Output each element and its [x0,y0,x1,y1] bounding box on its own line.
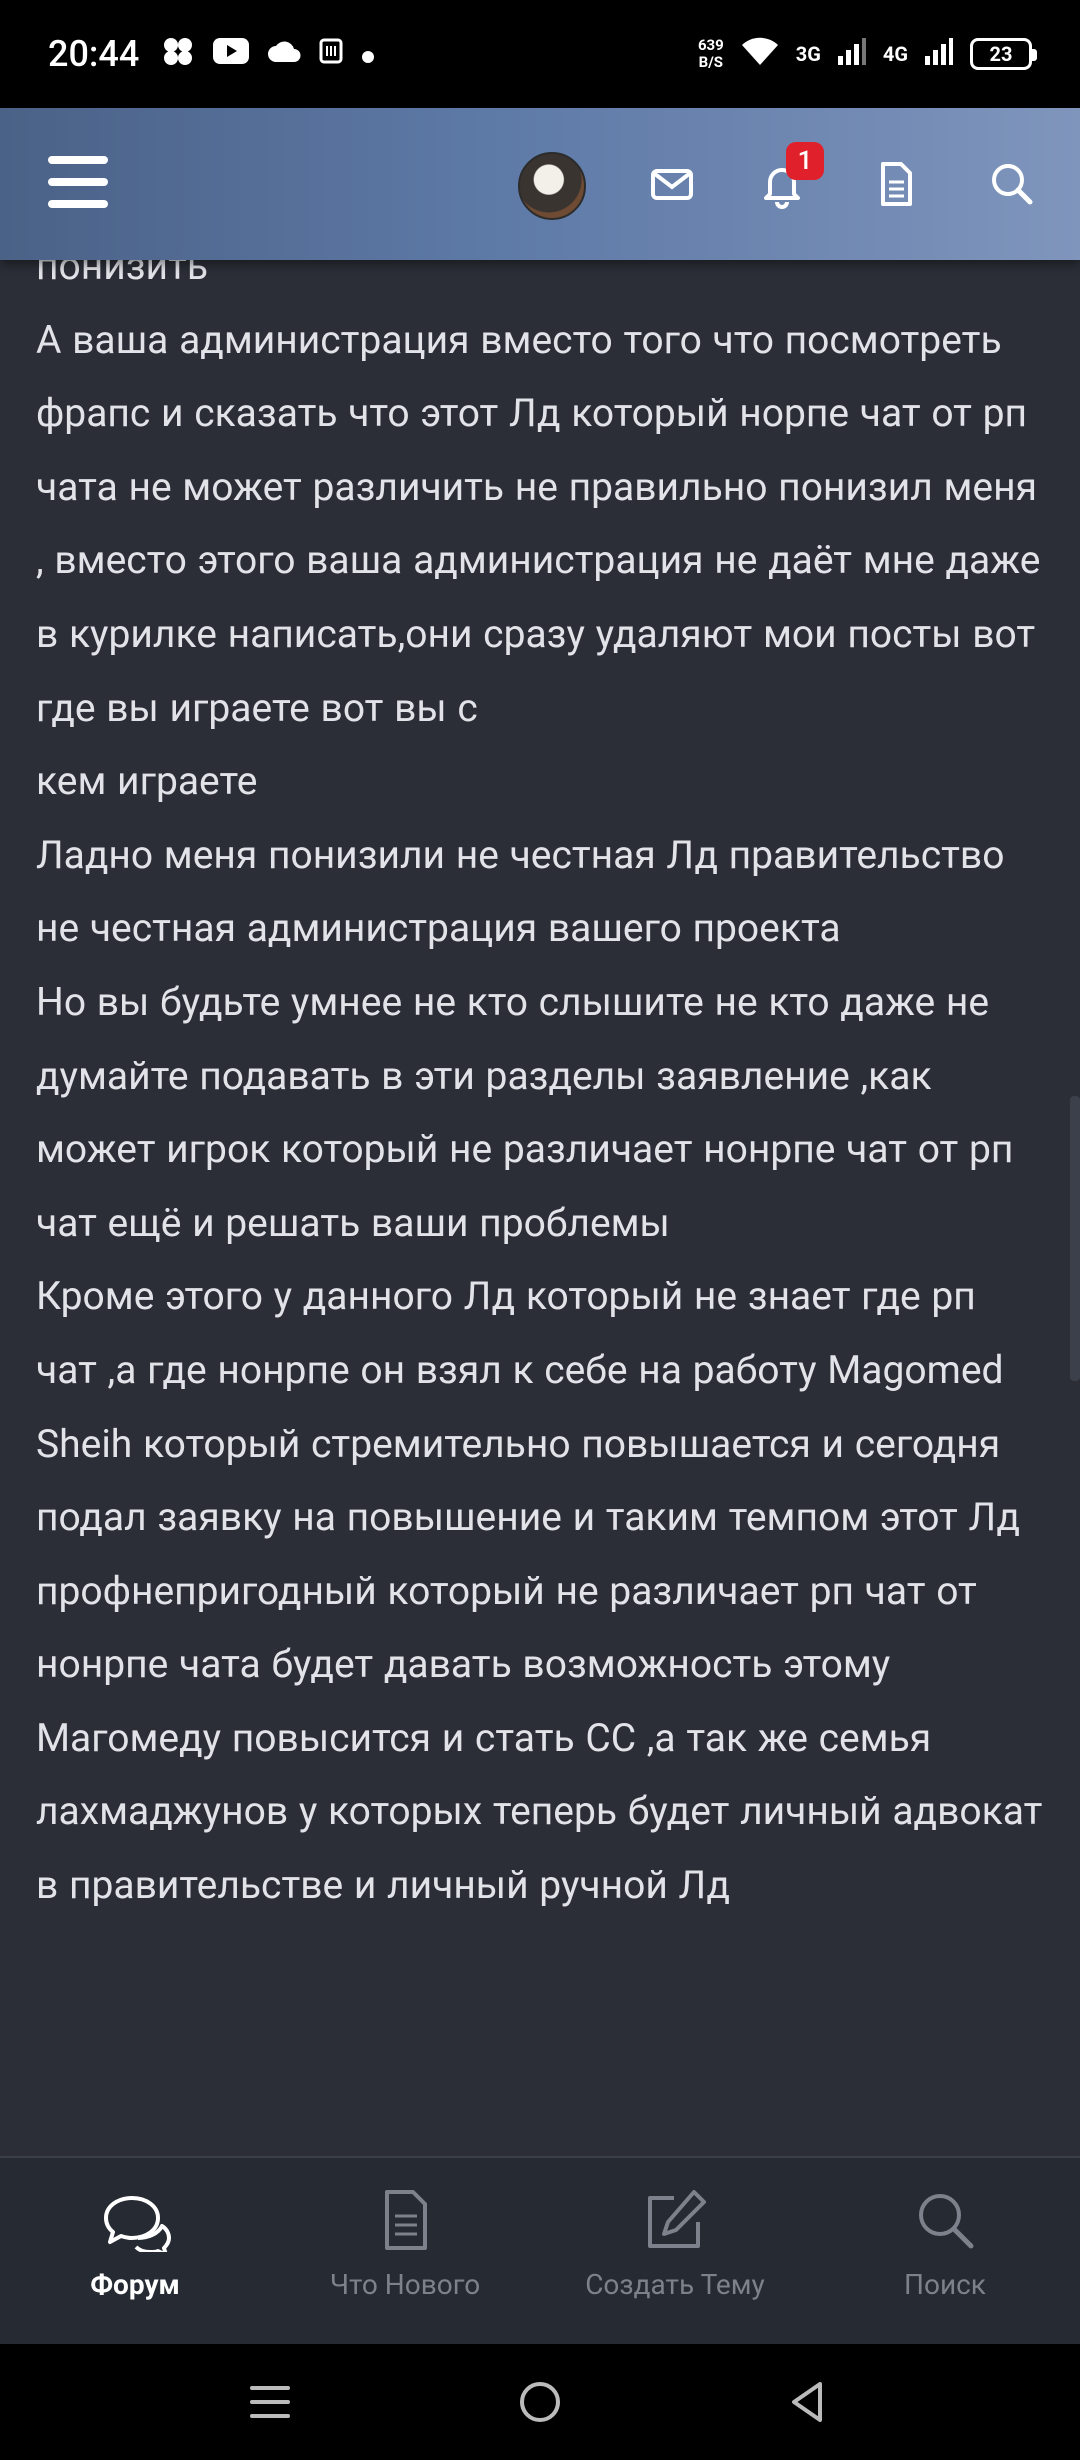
post-body-text: понизить А ваша администрация вместо тог… [36,260,1043,1909]
nav-whats-new-label: Что Нового [329,2268,481,2301]
document-icon[interactable] [870,158,922,210]
dot-icon [361,38,375,71]
nav-create-thread-label: Создать Тему [585,2268,765,2301]
signal-4g-label: 4G [882,42,908,66]
battery-level: 23 [989,42,1013,66]
nav-forum-label: Форум [90,2268,180,2301]
search-icon[interactable] [986,158,1038,210]
app-notification-icon [161,36,195,73]
home-icon[interactable] [518,2380,562,2428]
wifi-icon [740,35,780,73]
recent-apps-icon[interactable] [248,2380,292,2428]
nav-forum[interactable]: Форум [0,2158,270,2346]
forum-icon [104,2196,171,2252]
avatar[interactable] [518,152,586,220]
cloud-icon [267,38,301,71]
notification-badge: 1 [786,142,824,180]
back-icon[interactable] [786,2380,830,2428]
post-content: понизить А ваша администрация вместо тог… [0,260,1080,2156]
status-time: 20:44 [48,33,140,75]
nav-create-thread[interactable]: Создать Тему [540,2158,810,2346]
status-bar: 20:44 639 B/S 3G 4G 23 [0,0,1080,108]
scrollbar-thumb[interactable] [1070,1096,1080,1381]
mail-icon[interactable] [646,158,698,210]
battery-icon: 23 [970,38,1037,70]
signal-bars-icon [837,36,867,72]
network-speed-unit: B/S [698,53,724,71]
status-right: 639 B/S 3G 4G 23 [698,35,1037,73]
app-header: 1 [0,108,1080,260]
signal-3g-label: 3G [795,42,821,66]
menu-icon[interactable] [48,156,108,212]
create-thread-icon [648,2190,706,2248]
whats-new-icon [385,2190,427,2250]
signal-bars-icon-2 [924,36,954,72]
network-speed-value: 639 [697,36,724,54]
search-icon [919,2194,974,2249]
nav-search-label: Поиск [904,2268,986,2301]
network-speed: 639 B/S [698,37,724,71]
nfc-icon [319,38,343,71]
system-navigation-bar [0,2344,1080,2460]
youtube-icon [213,37,250,71]
nav-whats-new[interactable]: Что Нового [270,2158,540,2346]
bottom-navigation: Форум Что Нового Создать Тему Поиск [0,2156,1080,2346]
nav-search[interactable]: Поиск [810,2158,1080,2346]
